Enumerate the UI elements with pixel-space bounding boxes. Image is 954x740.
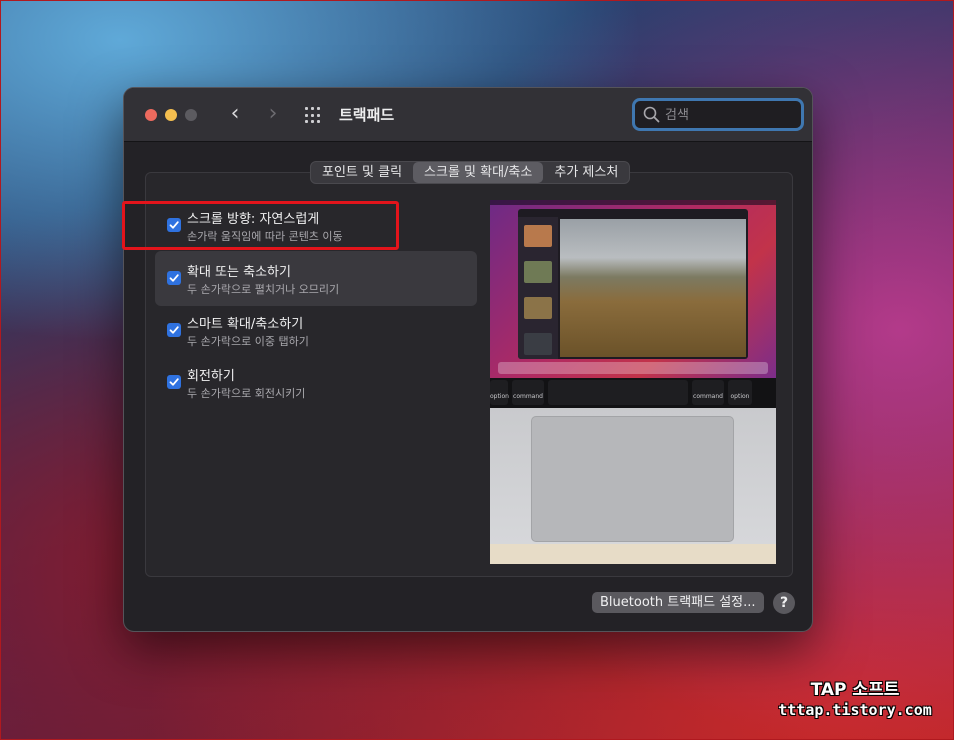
close-button[interactable]: [145, 109, 157, 121]
checkmark-icon: [169, 378, 179, 386]
option-title: 확대 또는 축소하기: [187, 265, 291, 280]
tab-more-gestures[interactable]: 추가 제스처: [543, 162, 629, 183]
watermark-url: tttap.tistory.com: [778, 701, 932, 719]
preview-photos-window: [518, 209, 748, 359]
preview-menu-bar: [490, 200, 776, 205]
key-option: option: [490, 380, 509, 405]
chevron-right-icon: ›: [268, 101, 278, 126]
smart-zoom-checkbox[interactable]: [167, 323, 181, 337]
minimize-button[interactable]: [165, 109, 177, 121]
checkmark-icon: [169, 274, 179, 282]
key-option: option: [728, 380, 752, 405]
help-button[interactable]: ?: [773, 592, 795, 614]
tab-scroll-and-zoom[interactable]: 스크롤 및 확대/축소: [413, 162, 544, 183]
chevron-left-icon[interactable]: ‹: [223, 102, 247, 128]
zoom-in-out-checkbox[interactable]: [167, 271, 181, 285]
option-smart-zoom[interactable]: 스마트 확대/축소하기 두 손가락으로 이중 탭하기: [155, 303, 477, 358]
bluetooth-trackpad-setup-button[interactable]: Bluetooth 트랙패드 설정...: [592, 592, 764, 613]
option-title: 회전하기: [187, 369, 235, 384]
option-subtitle: 두 손가락으로 이중 탭하기: [187, 335, 309, 348]
search-icon: [643, 106, 660, 123]
tab-point-and-click[interactable]: 포인트 및 클릭: [311, 162, 413, 183]
trackpad-preferences-window: ‹ › 트랙패드 스크롤 방향: 자연스럽게 손가락 움직임에 따라 콘텐츠 이…: [123, 87, 813, 632]
option-subtitle: 두 손가락으로 회전시키기: [187, 387, 306, 400]
preview-dock: [498, 362, 768, 374]
preview-palm-rest: [490, 408, 776, 544]
watermark-title: TAP 소프트: [810, 680, 900, 700]
preview-trackpad: [531, 416, 734, 542]
checkmark-icon: [169, 326, 179, 334]
window-title: 트랙패드: [339, 106, 395, 124]
preview-desk: [490, 544, 776, 564]
title-bar: ‹ › 트랙패드: [124, 88, 812, 142]
option-title: 스마트 확대/축소하기: [187, 317, 304, 332]
zoom-button: [185, 109, 197, 121]
key-command: command: [692, 380, 724, 405]
key-space: [548, 380, 688, 405]
search-field[interactable]: [632, 98, 804, 131]
preview-screen: [490, 200, 776, 378]
show-all-grid-icon[interactable]: [305, 107, 322, 124]
annotation-highlight-box: [122, 201, 399, 250]
option-zoom-in-out[interactable]: 확대 또는 축소하기 두 손가락으로 펼치거나 오므리기: [155, 251, 477, 306]
option-rotate[interactable]: 회전하기 두 손가락으로 회전시키기: [155, 355, 477, 410]
key-command: command: [512, 380, 544, 405]
preview-sidebar: [518, 217, 558, 359]
preview-keyboard: option command command option: [490, 378, 776, 408]
preview-photo: [560, 219, 746, 357]
tab-bar: 포인트 및 클릭 스크롤 및 확대/축소 추가 제스처: [310, 161, 631, 184]
watermark: TAP 소프트 tttap.tistory.com: [770, 675, 940, 719]
search-input[interactable]: [665, 104, 795, 126]
gesture-preview-video: option command command option: [490, 200, 776, 564]
rotate-checkbox[interactable]: [167, 375, 181, 389]
option-subtitle: 두 손가락으로 펼치거나 오므리기: [187, 283, 340, 296]
